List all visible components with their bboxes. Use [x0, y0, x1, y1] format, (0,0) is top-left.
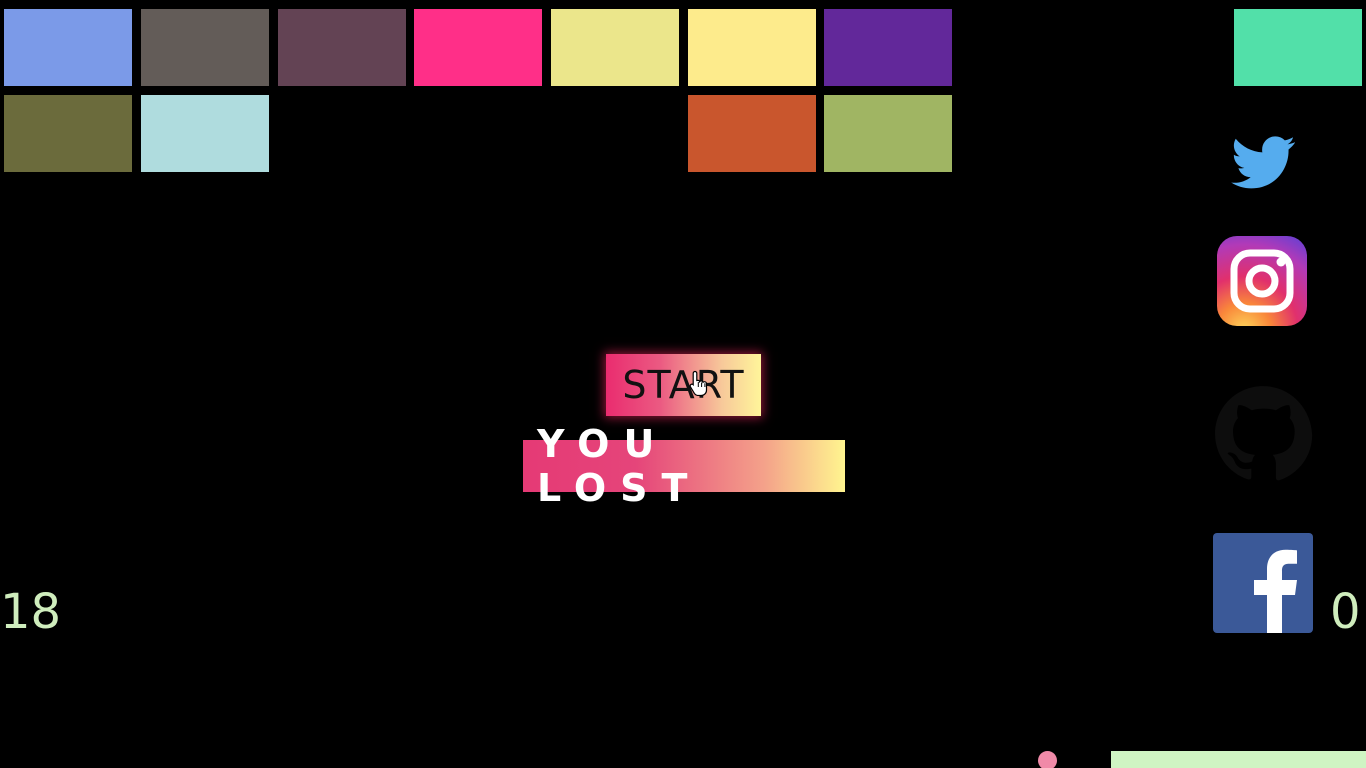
brick: [824, 9, 952, 86]
brick: [414, 9, 542, 86]
game-over-text: YOU LOST: [537, 422, 702, 510]
instagram-icon[interactable]: [1217, 236, 1307, 326]
brick: [4, 95, 132, 172]
brick: [1234, 9, 1362, 86]
facebook-icon[interactable]: [1213, 533, 1313, 633]
start-button-label: START: [622, 363, 745, 407]
twitter-icon[interactable]: [1228, 130, 1300, 194]
brick: [141, 9, 269, 86]
start-button[interactable]: START: [606, 354, 761, 416]
brick: [278, 9, 406, 86]
game-over-banner: YOU LOST: [523, 422, 845, 510]
brick: [688, 95, 816, 172]
brick: [551, 9, 679, 86]
score-left: 18: [0, 584, 62, 640]
brick: [4, 9, 132, 86]
hand-cursor-icon: [689, 370, 708, 396]
ball: [1038, 751, 1057, 768]
brick: [824, 95, 952, 172]
score-right: 0: [1330, 584, 1361, 640]
brick: [141, 95, 269, 172]
brick: [688, 9, 816, 86]
paddle[interactable]: [1111, 751, 1366, 768]
github-icon[interactable]: [1213, 384, 1313, 484]
